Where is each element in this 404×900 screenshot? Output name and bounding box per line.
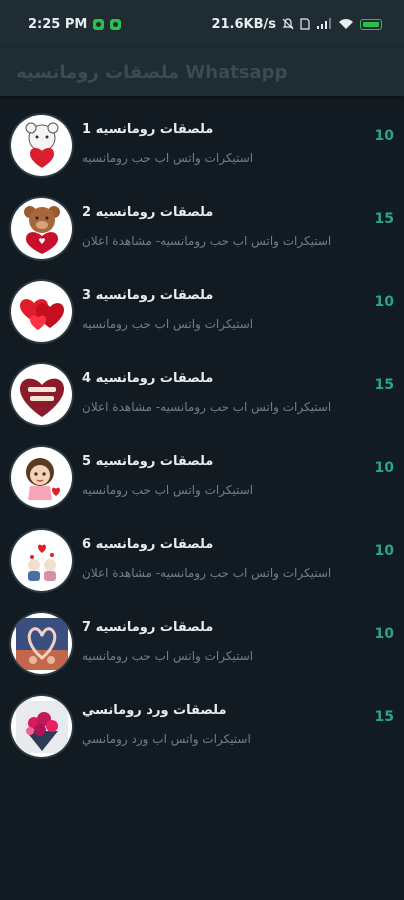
network-speed: 21.6KB/s: [211, 16, 276, 32]
pack-text: ملصقات ورد رومانسي استيكرات واتس اب ورد …: [82, 703, 368, 746]
pack-count: 10: [374, 625, 394, 642]
sticker-pack-row[interactable]: ملصقات ورد رومانسي استيكرات واتس اب ورد …: [0, 685, 404, 768]
pack-name: ملصقات ورد رومانسي: [82, 703, 227, 718]
pack-name: ملصقات رومانسيه 6: [82, 537, 214, 552]
sticker-pack-row[interactable]: ♥ ملصقات رومانسيه 2 استيكرات واتس اب حب …: [0, 187, 404, 270]
app-title: ملصقات رومانسيه Whatsapp: [16, 61, 288, 83]
notification-app-icon: [93, 18, 105, 30]
sticker-pack-row[interactable]: ملصقات رومانسيه 4 استيكرات واتس اب حب رو…: [0, 353, 404, 436]
app-bar: ملصقات رومانسيه Whatsapp: [0, 48, 404, 96]
pack-text: ملصقات رومانسيه 5 استيكرات واتس اب حب رو…: [82, 454, 368, 497]
sticker-pack-row[interactable]: ملصقات رومانسيه 5 استيكرات واتس اب حب رو…: [0, 436, 404, 519]
mute-icon: [282, 18, 294, 30]
sticker-pack-row[interactable]: ملصقات رومانسيه 1 استيكرات واتس اب حب رو…: [0, 104, 404, 187]
pack-count: 10: [374, 127, 394, 144]
heart-text-sticker-icon: [11, 364, 72, 425]
pack-subtitle: استيكرات واتس اب حب رومانسيه: [82, 317, 254, 331]
pack-subtitle: استيكرات واتس اب حب رومانسيه: [82, 649, 254, 663]
status-time: 2:25 PM: [28, 16, 88, 32]
sim-icon: [300, 18, 310, 30]
pack-count: 10: [374, 459, 394, 476]
pack-count: 15: [374, 708, 394, 725]
status-right: 21.6KB/s: [211, 17, 382, 32]
hands-heart-sticker-icon: [11, 613, 72, 674]
pack-name: ملصقات رومانسيه 2: [82, 205, 214, 220]
sticker-pack-list: ملصقات رومانسيه 1 استيكرات واتس اب حب رو…: [0, 96, 404, 768]
pack-name: ملصقات رومانسيه 4: [82, 371, 214, 386]
girl-sticker-icon: [11, 447, 72, 508]
pack-count: 10: [374, 542, 394, 559]
pack-name: ملصقات رومانسيه 7: [82, 620, 214, 635]
pack-subtitle: استيكرات واتس اب حب رومانسيه- مشاهدة اعل…: [82, 400, 332, 414]
sticker-pack-row[interactable]: ملصقات رومانسيه 3 استيكرات واتس اب حب رو…: [0, 270, 404, 353]
pack-text: ملصقات رومانسيه 3 استيكرات واتس اب حب رو…: [82, 288, 368, 331]
status-bar: 2:25 PM 21.6KB/s: [0, 0, 404, 48]
battery-icon: [360, 18, 382, 30]
svg-text:♥: ♥: [38, 237, 45, 246]
pack-subtitle: استيكرات واتس اب حب رومانسيه: [82, 483, 254, 497]
teddy-heart-sticker-icon: [11, 115, 72, 176]
pack-text: ملصقات رومانسيه 7 استيكرات واتس اب حب رو…: [82, 620, 368, 663]
couple-sticker-icon: [11, 530, 72, 591]
pack-text: ملصقات رومانسيه 2 استيكرات واتس اب حب رو…: [82, 205, 368, 248]
pack-name: ملصقات رومانسيه 5: [82, 454, 214, 469]
signal-icon: [317, 18, 331, 29]
sticker-pack-row[interactable]: ملصقات رومانسيه 7 استيكرات واتس اب حب رو…: [0, 602, 404, 685]
pack-count: 10: [374, 293, 394, 310]
pack-subtitle: استيكرات واتس اب ورد رومانسي: [82, 732, 251, 746]
bear-heart-sticker-icon: ♥: [11, 198, 72, 259]
pack-count: 15: [374, 210, 394, 227]
pack-count: 15: [374, 376, 394, 393]
pack-text: ملصقات رومانسيه 6 استيكرات واتس اب حب رو…: [82, 537, 368, 580]
roses-bouquet-sticker-icon: [11, 696, 72, 757]
pack-text: ملصقات رومانسيه 4 استيكرات واتس اب حب رو…: [82, 371, 368, 414]
pack-text: ملصقات رومانسيه 1 استيكرات واتس اب حب رو…: [82, 122, 368, 165]
pack-name: ملصقات رومانسيه 1: [82, 122, 214, 137]
status-left: 2:25 PM: [28, 16, 122, 32]
wifi-icon: [339, 19, 353, 29]
sticker-pack-row[interactable]: ملصقات رومانسيه 6 استيكرات واتس اب حب رو…: [0, 519, 404, 602]
notification-app-icon-2: [110, 18, 122, 30]
pack-subtitle: استيكرات واتس اب حب رومانسيه- مشاهدة اعل…: [82, 234, 332, 248]
pack-subtitle: استيكرات واتس اب حب رومانسيه- مشاهدة اعل…: [82, 566, 332, 580]
red-hearts-sticker-icon: [11, 281, 72, 342]
pack-subtitle: استيكرات واتس اب حب رومانسيه: [82, 151, 254, 165]
pack-name: ملصقات رومانسيه 3: [82, 288, 214, 303]
